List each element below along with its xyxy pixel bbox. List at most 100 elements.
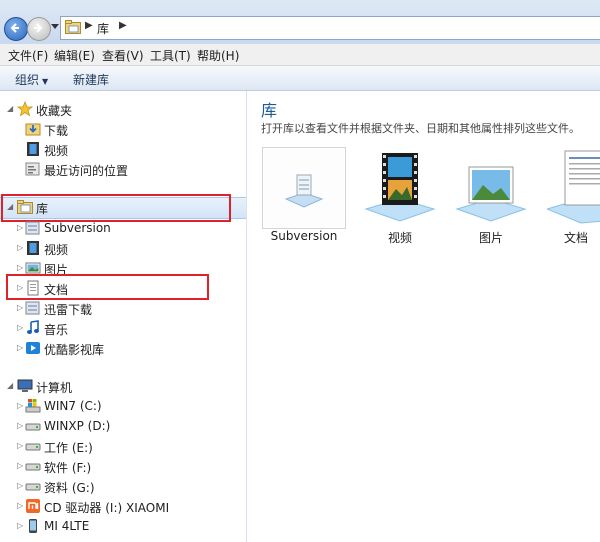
phone-device-icon <box>29 519 37 533</box>
breadcrumb-library[interactable]: 库 <box>97 20 109 37</box>
content-pane: 库 打开库以查看文件并根据文件夹、日期和其他属性排列这些文件。 Subversi… <box>247 91 600 542</box>
library-folder-icon <box>65 20 81 34</box>
menu-bar: 文件(F) 编辑(E) 查看(V) 工具(T) 帮助(H) <box>0 44 600 66</box>
tree-label: 优酷影视库 <box>44 343 105 357</box>
collapsed-arrow-icon[interactable]: ▷ <box>17 441 23 450</box>
tree-label: WINXP (D:) <box>44 419 111 433</box>
organize-label: 组织 <box>15 73 40 87</box>
video-library-icon <box>364 153 436 222</box>
library-tile-subversion[interactable]: Subversion <box>262 147 346 247</box>
tree-item-recent[interactable]: 最近访问的位置 <box>0 160 246 178</box>
menu-tools[interactable]: 工具(T) <box>150 47 191 64</box>
xiaomi-logo-icon <box>26 499 40 513</box>
tree-label: 视频 <box>44 144 69 158</box>
tree-computer[interactable]: ◢ 计算机 <box>0 377 246 395</box>
tile-label: 图片 <box>478 231 503 245</box>
forward-button[interactable] <box>27 17 51 41</box>
expand-arrow-icon[interactable]: ◢ <box>7 381 13 390</box>
collapsed-arrow-icon[interactable]: ▷ <box>17 521 23 530</box>
tree-item-drive-g[interactable]: ▷ 资料 (G:) <box>0 477 246 495</box>
tree-label: 资料 (G:) <box>44 481 95 495</box>
breadcrumb-separator-icon[interactable]: ▶ <box>119 20 127 31</box>
tree-item-drive-f[interactable]: ▷ 软件 (F:) <box>0 457 246 475</box>
tree-label-computer: 计算机 <box>36 381 73 395</box>
collapsed-arrow-icon[interactable]: ▷ <box>17 343 23 352</box>
chevron-down-icon: ▼ <box>42 77 49 86</box>
download-folder-icon <box>25 123 41 136</box>
tree-label: 最近访问的位置 <box>44 164 129 178</box>
collapsed-arrow-icon[interactable]: ▷ <box>17 323 23 332</box>
subversion-library-icon <box>284 174 324 208</box>
collapsed-arrow-icon[interactable]: ▷ <box>17 401 23 410</box>
hard-drive-icon <box>25 483 41 491</box>
address-box[interactable]: ▶ 库 ▶ <box>60 16 600 40</box>
page-title: 库 <box>261 101 278 120</box>
collapsed-arrow-icon[interactable]: ▷ <box>17 461 23 470</box>
tree-label: 音乐 <box>44 323 69 337</box>
subversion-library-icon <box>25 221 40 235</box>
collapsed-arrow-icon[interactable]: ▷ <box>17 303 23 312</box>
hard-drive-icon <box>25 423 41 431</box>
tree-label: CD 驱动器 (I:) XIAOMI <box>44 501 170 515</box>
navigation-pane: ◢ 收藏夹 下载 视频 最近访问的位置 ◢ 库 ▷ Subversion ▷ 视… <box>0 91 247 542</box>
documents-library-icon <box>547 150 600 224</box>
collapsed-arrow-icon[interactable]: ▷ <box>17 481 23 490</box>
tree-label: 软件 (F:) <box>44 461 92 475</box>
tile-label: 视频 <box>387 231 412 245</box>
menu-help[interactable]: 帮助(H) <box>197 47 239 64</box>
organize-button[interactable]: 组织 ▼ <box>15 71 48 88</box>
youku-library-icon <box>26 342 40 354</box>
xunlei-library-icon <box>25 301 40 315</box>
tree-item-drive-c[interactable]: ▷ WIN7 (C:) <box>0 397 246 415</box>
library-tile-pictures[interactable]: 图片 <box>449 147 533 247</box>
breadcrumb-separator-icon[interactable]: ▶ <box>85 20 93 31</box>
computer-icon <box>17 379 33 392</box>
collapsed-arrow-icon[interactable]: ▷ <box>17 243 23 252</box>
star-icon <box>17 101 33 117</box>
highlight-box-libraries <box>1 194 231 222</box>
tree-label-favorites: 收藏夹 <box>36 104 73 118</box>
windows-drive-icon <box>25 399 41 413</box>
collapsed-arrow-icon[interactable]: ▷ <box>17 421 23 430</box>
tree-item-drive-d[interactable]: ▷ WINXP (D:) <box>0 417 246 435</box>
pictures-library-icon <box>455 166 527 222</box>
tree-item-youku[interactable]: ▷ 优酷影视库 <box>0 339 246 357</box>
tree-label: 下载 <box>44 124 69 138</box>
command-bar: 组织 ▼ 新建库 <box>0 66 600 91</box>
menu-file[interactable]: 文件(F) <box>8 47 48 64</box>
tree-label: MI 4LTE <box>44 519 90 533</box>
hard-drive-icon <box>25 463 41 471</box>
tile-label: 文档 <box>563 231 588 245</box>
tile-label: Subversion <box>270 229 338 243</box>
back-button[interactable] <box>4 17 28 41</box>
video-icon <box>27 142 39 156</box>
tree-item-xunlei[interactable]: ▷ 迅雷下载 <box>0 299 246 317</box>
tree-item-phone[interactable]: ▷ MI 4LTE <box>0 517 246 535</box>
menu-view[interactable]: 查看(V) <box>102 47 144 64</box>
collapsed-arrow-icon[interactable]: ▷ <box>17 263 23 272</box>
expand-arrow-icon[interactable]: ◢ <box>7 104 13 113</box>
tree-item-music[interactable]: ▷ 音乐 <box>0 319 246 337</box>
collapsed-arrow-icon[interactable]: ▷ <box>17 501 23 510</box>
tree-label: 工作 (E:) <box>44 441 93 455</box>
library-tile-videos[interactable]: 视频 <box>358 147 442 247</box>
new-library-button[interactable]: 新建库 <box>73 71 109 88</box>
collapsed-arrow-icon[interactable]: ▷ <box>17 223 23 232</box>
recent-pages-dropdown-icon[interactable] <box>51 24 59 30</box>
menu-edit[interactable]: 编辑(E) <box>54 47 95 64</box>
tree-label: 迅雷下载 <box>44 303 93 317</box>
tree-item-videos-fav[interactable]: 视频 <box>0 140 246 158</box>
music-note-icon <box>27 320 39 334</box>
tree-label: Subversion <box>44 221 111 235</box>
tree-item-cd-drive[interactable]: ▷ CD 驱动器 (I:) XIAOMI <box>0 497 246 515</box>
highlight-box-documents <box>6 274 209 300</box>
tree-favorites[interactable]: ◢ 收藏夹 <box>0 100 246 118</box>
arrow-right-icon <box>34 23 43 33</box>
tree-item-videos[interactable]: ▷ 视频 <box>0 239 246 257</box>
tree-label: 视频 <box>44 243 69 257</box>
tree-item-downloads[interactable]: 下载 <box>0 120 246 138</box>
address-bar-area: ▶ 库 ▶ <box>0 0 600 45</box>
tree-item-subversion[interactable]: ▷ Subversion <box>0 219 246 237</box>
tree-item-drive-e[interactable]: ▷ 工作 (E:) <box>0 437 246 455</box>
library-tile-documents[interactable]: 文档 <box>543 147 600 247</box>
